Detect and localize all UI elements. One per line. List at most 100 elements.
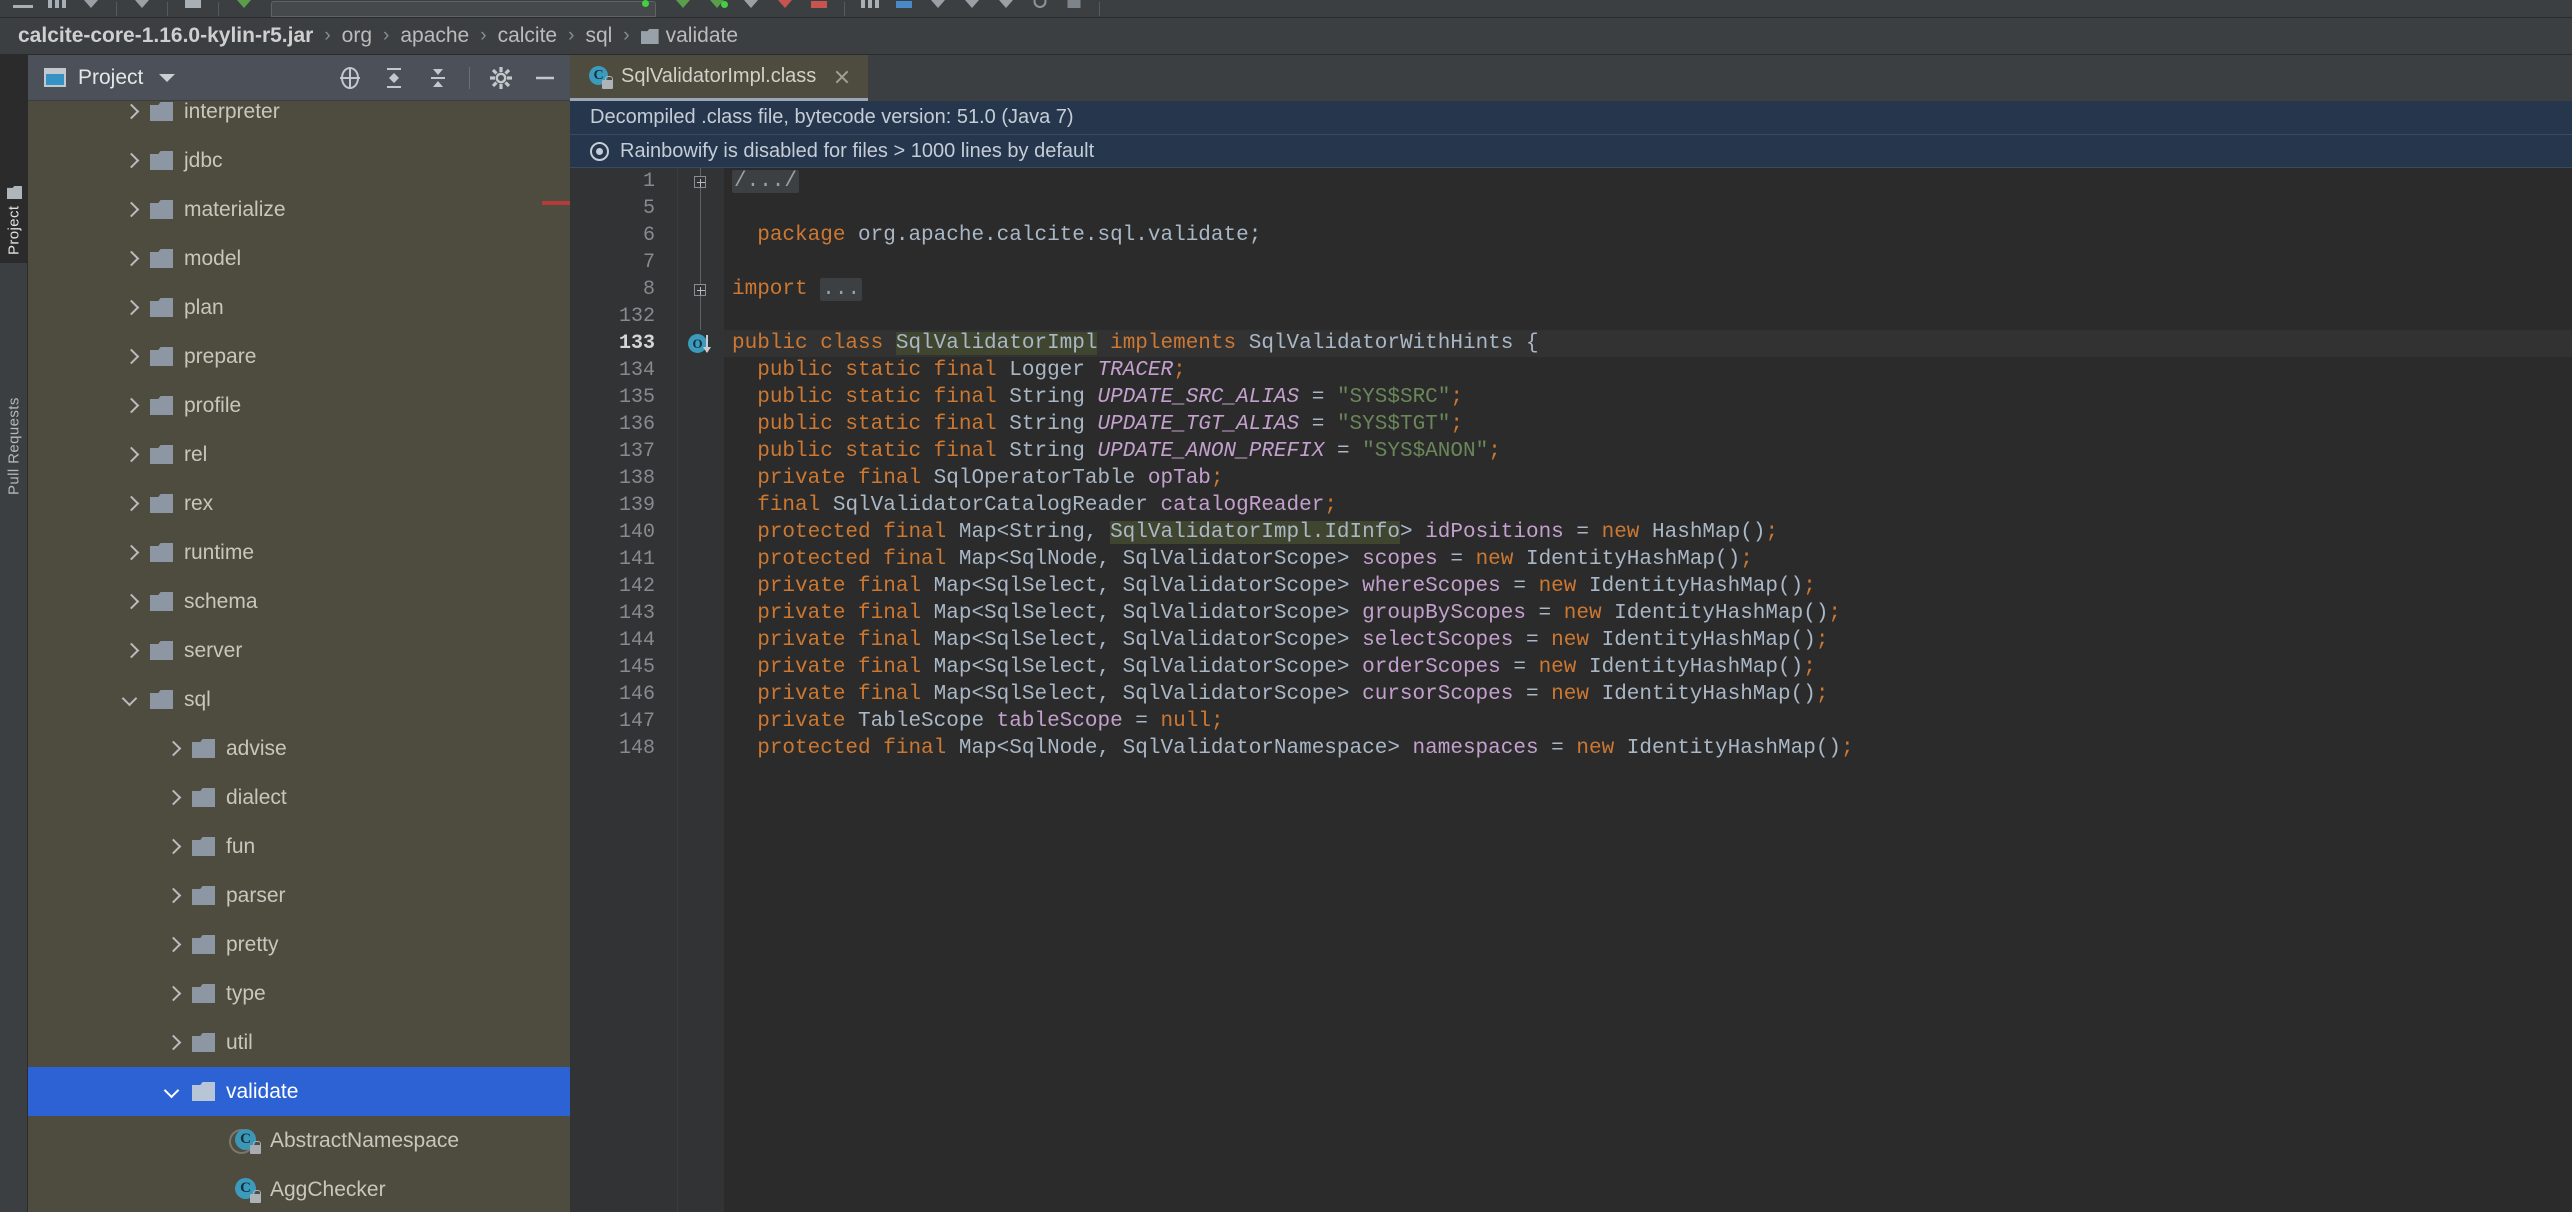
fold-marker[interactable]: [678, 654, 724, 681]
coverage-button[interactable]: [734, 0, 768, 17]
tree-folder-row[interactable]: sql: [28, 675, 570, 724]
tree-folder-row[interactable]: type: [28, 969, 570, 1018]
git-pull-button[interactable]: [921, 0, 955, 17]
tree-folder-row[interactable]: util: [28, 1018, 570, 1067]
breadcrumb-item-calcite[interactable]: calcite: [498, 24, 558, 48]
tree-folder-row[interactable]: schema: [28, 577, 570, 626]
run-config-selector[interactable]: [227, 0, 261, 17]
shelf-button[interactable]: [1057, 0, 1091, 17]
code-line[interactable]: [724, 195, 2572, 222]
chevron-right-icon[interactable]: [124, 399, 138, 413]
code-line[interactable]: private final Map<SqlSelect, SqlValidato…: [724, 627, 2572, 654]
run-button[interactable]: [666, 0, 700, 17]
code-line[interactable]: [724, 249, 2572, 276]
expand-fold-icon[interactable]: [694, 176, 706, 188]
chevron-right-icon[interactable]: [124, 350, 138, 364]
code-line[interactable]: public static final String UPDATE_SRC_AL…: [724, 384, 2572, 411]
chevron-right-icon[interactable]: [124, 595, 138, 609]
code-line[interactable]: /.../: [724, 168, 2572, 195]
gear-icon[interactable]: [488, 65, 514, 91]
search-everywhere-field[interactable]: [271, 0, 656, 17]
tree-folder-row[interactable]: jdbc: [28, 136, 570, 185]
collapse-all-icon[interactable]: [425, 65, 451, 91]
code-line[interactable]: private final Map<SqlSelect, SqlValidato…: [724, 681, 2572, 708]
fold-marker[interactable]: [678, 249, 724, 276]
stop-button[interactable]: [802, 0, 836, 17]
fold-marker[interactable]: [678, 573, 724, 600]
profile-button[interactable]: [768, 0, 802, 17]
fold-marker[interactable]: [678, 735, 724, 762]
fold-marker[interactable]: [678, 276, 724, 303]
history-button[interactable]: [1023, 0, 1057, 17]
tree-folder-row[interactable]: validate: [28, 1067, 570, 1116]
fold-marker[interactable]: [678, 600, 724, 627]
fold-marker[interactable]: [678, 519, 724, 546]
code-text-area[interactable]: /.../ package org.apache.calcite.sql.val…: [724, 168, 2572, 1212]
chevron-down-icon[interactable]: [166, 1085, 180, 1099]
tree-folder-row[interactable]: dialect: [28, 773, 570, 822]
code-line[interactable]: protected final Map<SqlNode, SqlValidato…: [724, 546, 2572, 573]
tree-class-row[interactable]: C AbstractNamespace: [28, 1116, 570, 1165]
fold-marker[interactable]: [678, 708, 724, 735]
chevron-right-icon[interactable]: [166, 938, 180, 952]
code-line[interactable]: public class SqlValidatorImpl implements…: [724, 330, 2572, 357]
chevron-right-icon[interactable]: [166, 840, 180, 854]
code-editor[interactable]: 1 5 6 7 8 132 133 134 135 136 137 138 139 140 141 142 14…: [570, 168, 2572, 1212]
project-tree[interactable]: interpreter jdbc materialize model plan prepa…: [28, 101, 570, 1212]
code-line[interactable]: public static final Logger TRACER;: [724, 357, 2572, 384]
branch-button[interactable]: [989, 0, 1023, 17]
fold-marker[interactable]: [678, 195, 724, 222]
code-line[interactable]: [724, 303, 2572, 330]
fold-marker[interactable]: [678, 384, 724, 411]
chevron-right-icon[interactable]: [166, 1036, 180, 1050]
chevron-right-icon[interactable]: [124, 301, 138, 315]
fold-marker[interactable]: O: [678, 330, 724, 357]
chevron-right-icon[interactable]: [124, 497, 138, 511]
chevron-right-icon[interactable]: [124, 448, 138, 462]
breadcrumb-item-org[interactable]: org: [342, 24, 372, 48]
sidebar-item-pull-requests[interactable]: Pull Requests: [0, 273, 28, 503]
project-structure-button[interactable]: [40, 0, 74, 17]
vcs-update-button[interactable]: [125, 0, 159, 17]
fold-marker[interactable]: [678, 627, 724, 654]
fold-marker[interactable]: [678, 222, 724, 249]
tab-sqlvalidatorimpl[interactable]: C SqlValidatorImpl.class: [570, 55, 869, 101]
build-button[interactable]: [176, 0, 210, 17]
git-commit-button[interactable]: [955, 0, 989, 17]
tree-folder-row[interactable]: rex: [28, 479, 570, 528]
crosshair-icon[interactable]: [337, 65, 363, 91]
tree-folder-row[interactable]: advise: [28, 724, 570, 773]
code-line[interactable]: protected final Map<String, SqlValidator…: [724, 519, 2572, 546]
chevron-right-icon[interactable]: [124, 203, 138, 217]
code-line[interactable]: private TableScope tableScope = null;: [724, 708, 2572, 735]
sync-button[interactable]: [74, 0, 108, 17]
fold-marker[interactable]: [678, 357, 724, 384]
chevron-right-icon[interactable]: [124, 546, 138, 560]
code-line[interactable]: public static final String UPDATE_ANON_P…: [724, 438, 2572, 465]
expand-all-icon[interactable]: [381, 65, 407, 91]
sidebar-item-project[interactable]: Project: [0, 55, 28, 263]
expand-fold-icon[interactable]: [694, 284, 706, 296]
chevron-right-icon[interactable]: [124, 252, 138, 266]
code-folding-gutter[interactable]: O: [678, 168, 724, 1212]
code-line[interactable]: private final SqlOperatorTable opTab;: [724, 465, 2572, 492]
fold-marker[interactable]: [678, 168, 724, 195]
code-line[interactable]: protected final Map<SqlNode, SqlValidato…: [724, 735, 2572, 762]
attach-button[interactable]: [853, 0, 887, 17]
fold-marker[interactable]: [678, 438, 724, 465]
tree-folder-row[interactable]: fun: [28, 822, 570, 871]
chevron-right-icon[interactable]: [166, 889, 180, 903]
code-line[interactable]: import ...: [724, 276, 2572, 303]
tree-folder-row[interactable]: interpreter: [28, 101, 570, 136]
breadcrumb-item-apache[interactable]: apache: [400, 24, 469, 48]
code-line[interactable]: package org.apache.calcite.sql.validate;: [724, 222, 2572, 249]
chevron-right-icon[interactable]: [124, 154, 138, 168]
chevron-right-icon[interactable]: [166, 987, 180, 1001]
tree-folder-row[interactable]: server: [28, 626, 570, 675]
chevron-down-icon[interactable]: [124, 693, 138, 707]
tree-folder-row[interactable]: prepare: [28, 332, 570, 381]
tree-folder-row[interactable]: model: [28, 234, 570, 283]
fold-marker[interactable]: [678, 465, 724, 492]
fold-marker[interactable]: [678, 681, 724, 708]
chevron-right-icon[interactable]: [166, 791, 180, 805]
